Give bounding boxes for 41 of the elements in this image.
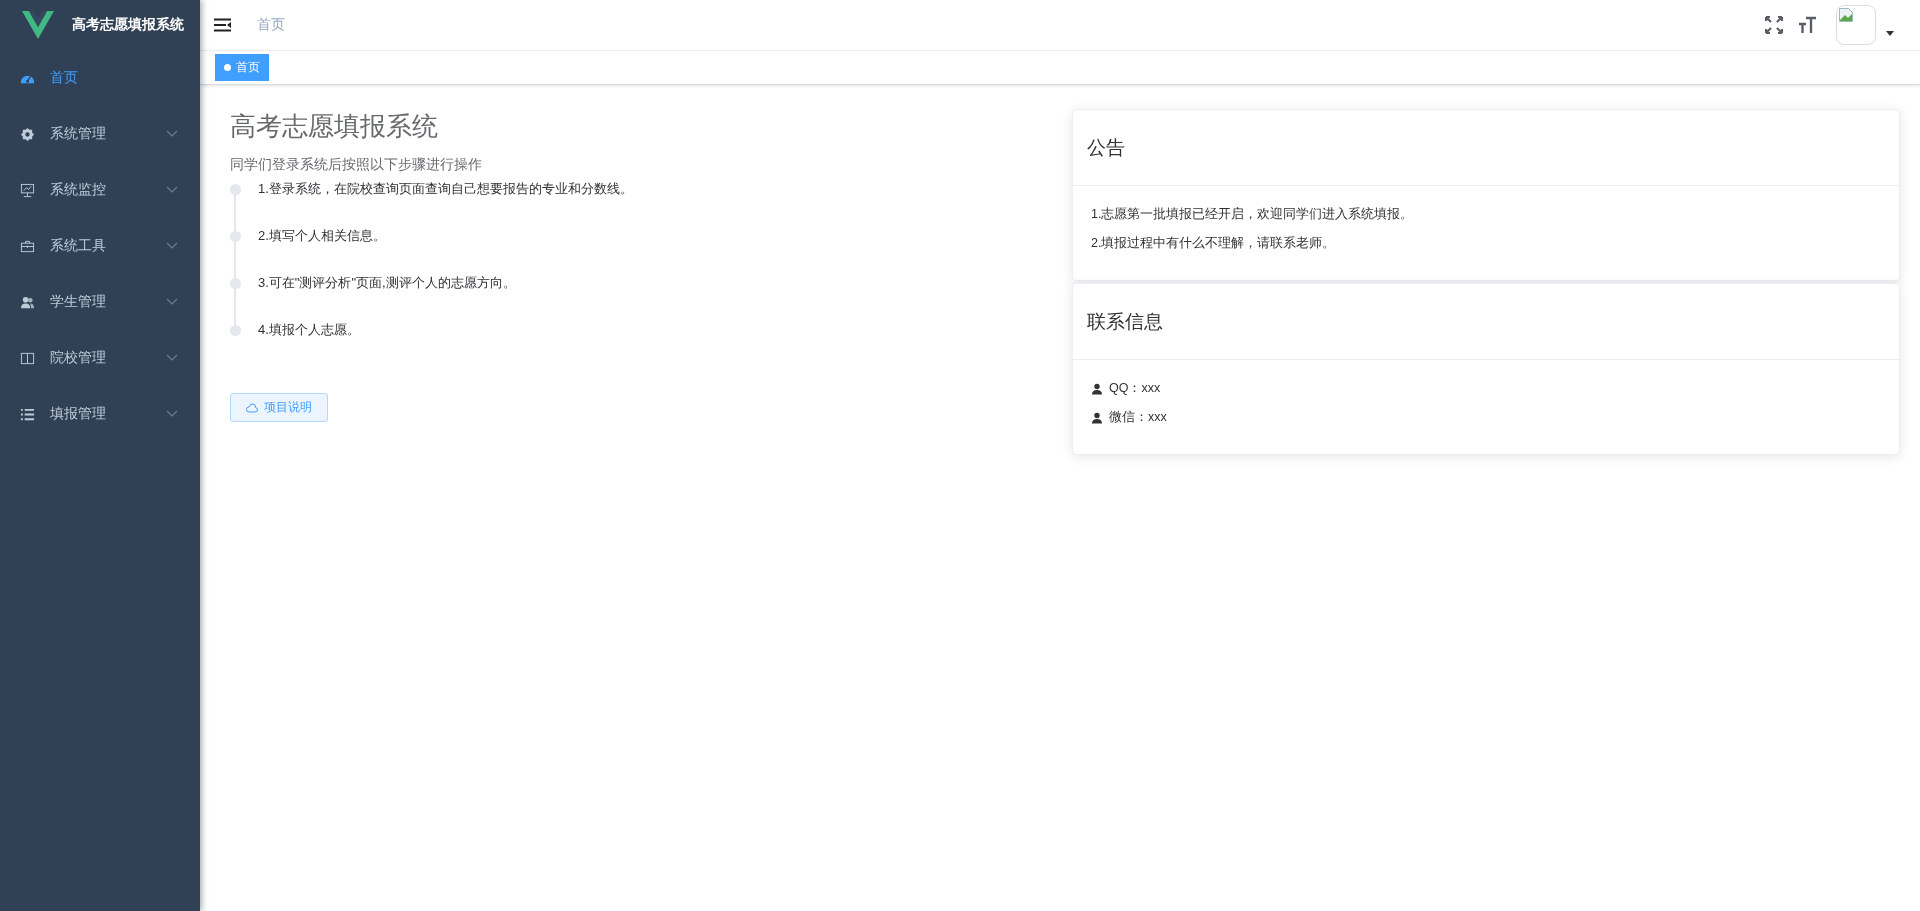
book-icon <box>20 350 35 366</box>
menu-item[interactable]: 系统管理 <box>0 106 200 162</box>
card-title: 公告 <box>1073 110 1899 186</box>
users-icon <box>20 294 35 310</box>
gear-icon <box>20 126 35 142</box>
contact-text: QQ：xxx <box>1109 380 1161 397</box>
step-text: 4.填报个人志愿。 <box>258 321 360 339</box>
step-text: 3.可在"测评分析"页面,测评个人的志愿方向。 <box>258 274 516 292</box>
user-icon <box>1091 382 1103 395</box>
menu-item[interactable]: 首页 <box>0 50 200 106</box>
cloud-icon <box>246 402 258 413</box>
broken-image-icon <box>1839 8 1853 22</box>
menu-item[interactable]: 学生管理 <box>0 274 200 330</box>
fullscreen-icon[interactable] <box>1765 16 1783 34</box>
menu-item[interactable]: 系统监控 <box>0 162 200 218</box>
timeline-dot <box>230 184 241 195</box>
monitor-icon <box>20 182 35 198</box>
menu-item[interactable]: 填报管理 <box>0 386 200 442</box>
timeline-dot <box>230 278 241 289</box>
avatar-image-placeholder[interactable] <box>1836 5 1876 45</box>
timeline-dot <box>230 231 241 242</box>
instructions-text: 同学们登录系统后按照以下步骤进行操作 <box>230 156 483 174</box>
menu-icon[interactable] <box>214 18 231 32</box>
notice-text: 1.志愿第一批填报已经开启，欢迎同学们进入系统填报。 <box>1091 206 1415 223</box>
menu-item[interactable]: 院校管理 <box>0 330 200 386</box>
logo-icon <box>22 11 54 39</box>
step-text: 1.登录系统，在院校查询页面查询自己想要报告的专业和分数线。 <box>258 180 633 198</box>
caret-down-icon[interactable] <box>1886 30 1894 36</box>
contact-text: 微信：xxx <box>1109 409 1167 426</box>
user-icon <box>1091 411 1103 424</box>
breadcrumb-item: 首页 <box>257 16 286 34</box>
page-heading: 高考志愿填报系统 <box>230 110 439 143</box>
font-size-icon[interactable] <box>1798 16 1816 34</box>
toolbox-icon <box>20 238 35 254</box>
menu-item[interactable]: 系统工具 <box>0 218 200 274</box>
notice-text: 2.填报过程中有什么不理解，请联系老师。 <box>1091 235 1337 252</box>
app-title: 高考志愿填报系统 <box>72 16 184 34</box>
card-title: 联系信息 <box>1073 284 1899 360</box>
timeline-dot <box>230 325 241 336</box>
list-icon <box>20 406 35 422</box>
step-text: 2.填写个人相关信息。 <box>258 227 386 245</box>
